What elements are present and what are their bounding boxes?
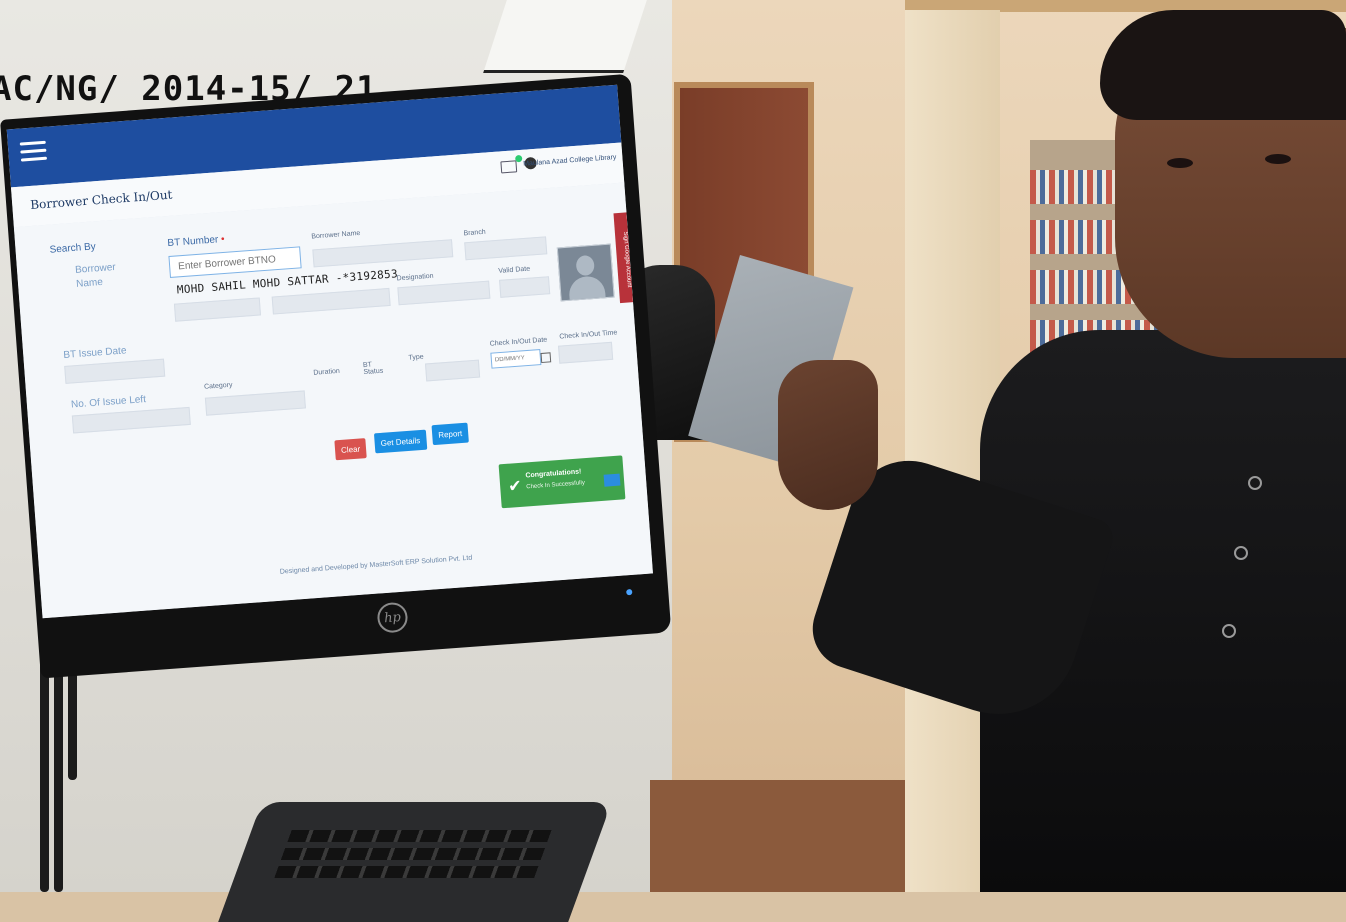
type-label: Type xyxy=(408,353,424,362)
key-row xyxy=(287,830,552,842)
check-icon: ✔ xyxy=(507,477,523,496)
bt-status-label: BT Status xyxy=(362,361,384,377)
key-row xyxy=(280,848,546,860)
eye xyxy=(1167,158,1193,168)
branch-field[interactable] xyxy=(464,236,548,261)
bt-number-label: BT Number • xyxy=(167,233,225,250)
designation-label: Designation xyxy=(396,272,434,283)
valid-date-field[interactable] xyxy=(499,276,551,298)
person-hair xyxy=(1100,10,1346,120)
check-date-label: Check In/Out Date xyxy=(489,336,548,348)
shirt-button xyxy=(1248,476,1262,490)
shirt-button xyxy=(1234,546,1248,560)
borrower-name-field[interactable] xyxy=(312,239,454,268)
check-time-field[interactable] xyxy=(558,341,614,364)
mail-icon[interactable] xyxy=(500,160,518,174)
page-title: Borrower Check In/Out xyxy=(29,187,173,212)
toast-message: Check In Successfully xyxy=(526,480,586,491)
designation-field[interactable] xyxy=(397,280,491,306)
wall-sign xyxy=(483,0,647,73)
menu-icon[interactable] xyxy=(19,140,48,163)
google-account-tab[interactable]: Sign Google Account xyxy=(613,212,634,304)
floor xyxy=(650,780,920,892)
eye xyxy=(1265,154,1291,164)
borrower-detail-field[interactable] xyxy=(173,297,262,322)
search-option-name[interactable]: Name xyxy=(76,277,103,290)
toast-close-button[interactable] xyxy=(603,473,621,487)
bt-issue-date-label: BT Issue Date xyxy=(63,345,127,361)
power-led-icon xyxy=(626,588,633,596)
duration-label: Duration xyxy=(313,367,341,377)
shirt-button xyxy=(1222,624,1236,638)
success-toast: ✔ Congratulations! Check In Successfully xyxy=(498,455,626,509)
monitor: AC/NG/ 2014-15/ 21 Borrower Check In/Out… xyxy=(0,69,672,679)
monitor-cables xyxy=(10,660,90,892)
check-date-input[interactable] xyxy=(490,349,542,369)
clear-button[interactable]: Clear xyxy=(334,438,367,461)
hp-logo: hp xyxy=(376,601,409,634)
calendar-icon[interactable] xyxy=(540,352,552,364)
type-field[interactable] xyxy=(424,359,481,382)
check-time-label: Check In/Out Time xyxy=(559,329,618,341)
key-row xyxy=(274,866,539,878)
get-details-button[interactable]: Get Details xyxy=(373,429,427,454)
borrower-name-label: Borrower Name xyxy=(311,229,361,241)
category-label: Category xyxy=(203,381,233,391)
report-button[interactable]: Report xyxy=(431,422,469,446)
borrower-detail-field[interactable] xyxy=(271,287,391,315)
user-name[interactable]: Maulana Azad College Library xyxy=(523,154,617,168)
search-by-label: Search By xyxy=(49,241,97,256)
issue-left-label: No. Of Issue Left xyxy=(70,394,147,411)
toast-title: Congratulations! xyxy=(525,468,582,480)
issue-left-field[interactable] xyxy=(71,406,191,434)
keyboard[interactable] xyxy=(218,802,612,922)
notification-badge xyxy=(514,154,523,163)
search-option-borrower[interactable]: Borrower xyxy=(75,262,116,276)
bt-issue-date-field[interactable] xyxy=(64,358,166,384)
branch-label: Branch xyxy=(463,228,486,238)
check-in-out-form: Search By Borrower Name BT Number • Borr… xyxy=(13,182,653,619)
valid-date-label: Valid Date xyxy=(498,265,531,275)
screen: Borrower Check In/Out Maulana Azad Colle… xyxy=(6,84,653,619)
bt-number-input[interactable] xyxy=(168,246,302,278)
borrower-photo xyxy=(556,243,615,302)
person-hand xyxy=(778,360,878,510)
footer-credit: Designed and Developed by MasterSoft ERP… xyxy=(279,554,473,576)
category-field[interactable] xyxy=(204,390,306,416)
